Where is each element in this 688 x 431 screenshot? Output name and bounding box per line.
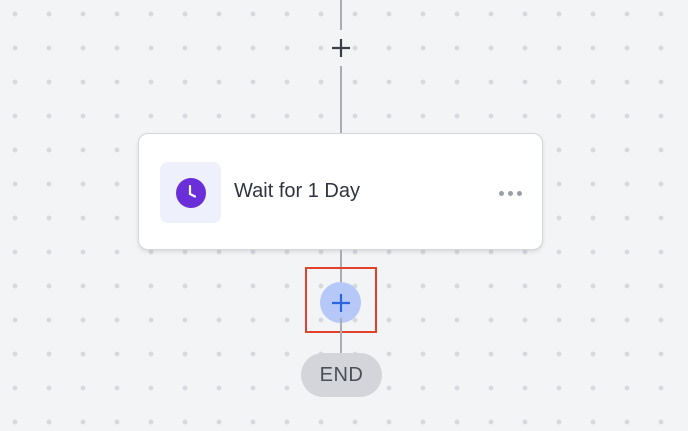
plus-icon: [332, 39, 350, 57]
step-icon-container: [160, 162, 221, 223]
more-dot-icon: [507, 190, 513, 196]
plus-icon: [331, 293, 350, 312]
connector-line-top: [340, 0, 342, 30]
connector-line-middle: [340, 66, 342, 134]
more-dot-icon: [498, 190, 504, 196]
wait-step-card[interactable]: Wait for 1 Day: [138, 133, 543, 250]
step-title: Wait for 1 Day: [234, 180, 360, 202]
clock-icon: [175, 177, 206, 208]
end-node: END: [301, 353, 382, 397]
add-step-button-top[interactable]: [325, 32, 357, 64]
end-label: END: [319, 363, 364, 386]
more-options-button[interactable]: [495, 183, 525, 203]
connector-line-end: [340, 318, 342, 356]
add-step-button[interactable]: [320, 282, 361, 323]
more-dot-icon: [516, 190, 522, 196]
